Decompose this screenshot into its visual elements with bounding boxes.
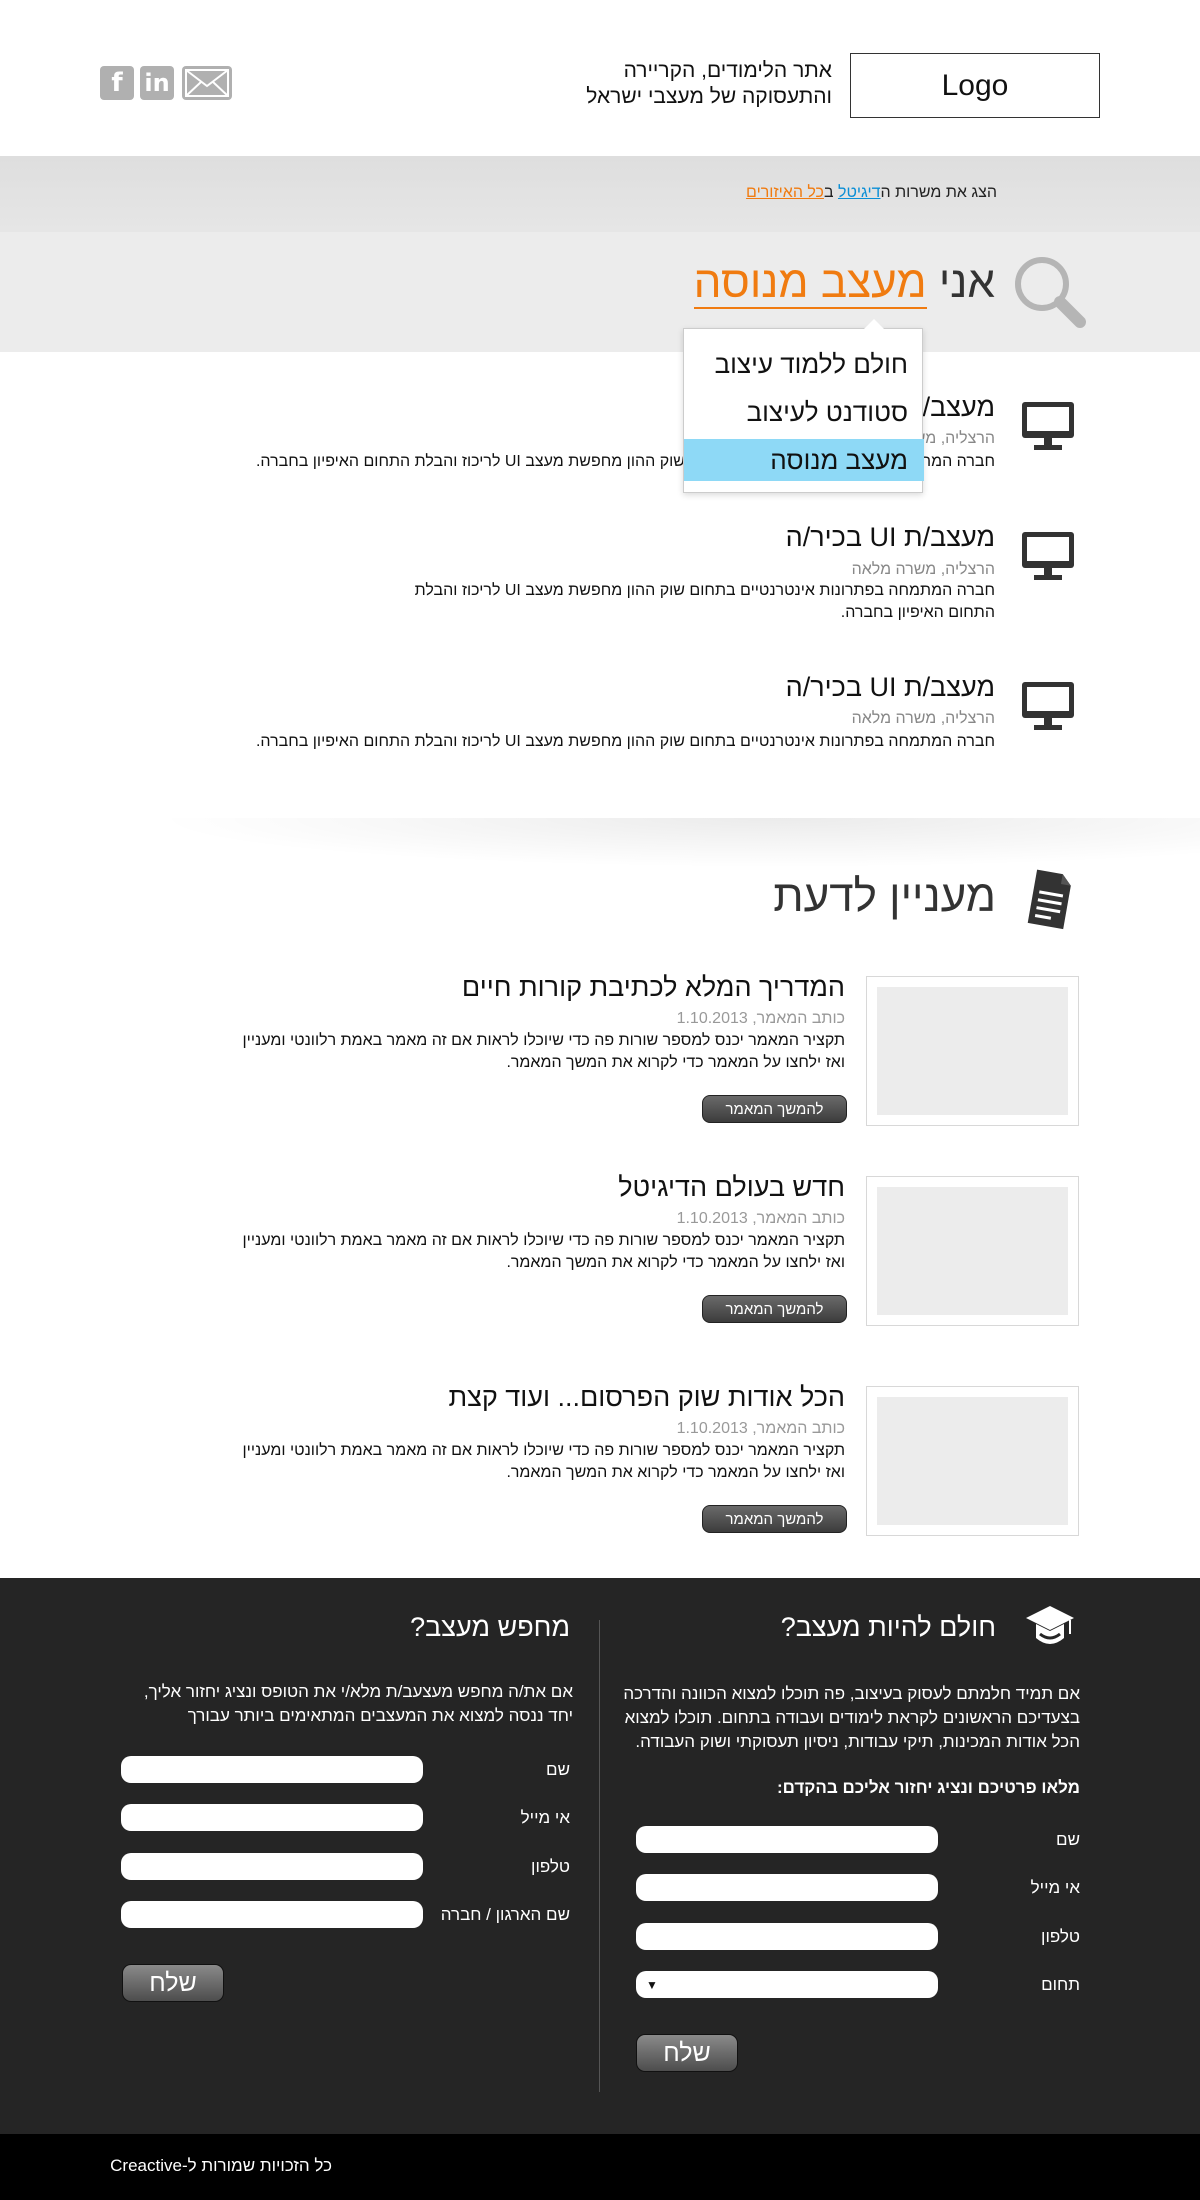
article-thumbnail[interactable] <box>866 976 1079 1126</box>
read-more-button[interactable]: להמשך המאמר <box>702 1295 847 1323</box>
hero-prefix: אני <box>926 258 995 307</box>
phone-label: טלפון <box>531 1857 570 1876</box>
dream-form-text-line: הכל אודות המכינות, תיקי עבודות, ניסיון ת… <box>635 1732 1080 1751</box>
monitor-icon <box>1022 682 1074 730</box>
copyright-text: כל הזכויות שמורות ל-Creactive <box>110 2156 332 2175</box>
field-filter-link[interactable]: דיגיטל <box>838 184 881 201</box>
facebook-icon[interactable]: f <box>100 66 134 100</box>
email-label: אי מייל <box>520 1808 570 1827</box>
job-meta: הרצליה, משרה מלאה <box>851 561 995 578</box>
article-thumbnail[interactable] <box>866 1386 1079 1536</box>
article-summary: תקציר המאמר יכנס למספר שורות פה כדי שיוכ… <box>200 1030 845 1074</box>
mail-icon[interactable] <box>182 66 232 100</box>
article-summary: תקציר המאמר יכנס למספר שורות פה כדי שיוכ… <box>200 1230 845 1274</box>
seek-form-text-line: יחד ננסה למצוא את המעצבים המתאימים ביותר… <box>187 1706 573 1725</box>
dream-phone-input[interactable] <box>636 1923 938 1950</box>
tagline-line: אתר הלימודים, הקריירה <box>623 59 832 82</box>
dream-form-text-line: אם תמיד חלמתם לעסוק בעיצוב, פה תוכלו למצ… <box>623 1684 1080 1703</box>
email-label: אי מייל <box>1030 1878 1080 1897</box>
facebook-icon-glyph: f <box>111 68 123 98</box>
article-summary-line: תקציר המאמר יכנס למספר שורות פה כדי שיוכ… <box>242 1032 845 1049</box>
dream-email-input[interactable] <box>636 1874 938 1901</box>
linkedin-icon[interactable]: in <box>140 66 174 100</box>
seek-phone-input[interactable] <box>121 1853 423 1880</box>
article-summary-line: ואז ילחצו על המאמר כדי לקרוא את המשך המא… <box>506 1254 845 1271</box>
organization-label: שם הארגון / חברה <box>440 1905 570 1924</box>
mail-icon-glyph <box>185 69 229 97</box>
seek-email-input[interactable] <box>121 1804 423 1831</box>
seek-name-input[interactable] <box>121 1756 423 1783</box>
site-tagline: אתר הלימודים, הקריירה והתעסוקה של מעצבי … <box>520 58 832 110</box>
article-summary-line: תקציר המאמר יכנס למספר שורות פה כדי שיוכ… <box>242 1232 845 1249</box>
article-summary-line: ואז ילחצו על המאמר כדי לקרוא את המשך המא… <box>506 1464 845 1481</box>
logo-text: Logo <box>941 68 1009 102</box>
chevron-down-icon: ▼ <box>646 1977 658 1992</box>
job-description: חברה המתמחה בפתרונות אינטרנטיים בתחום שו… <box>255 733 995 750</box>
forms-divider <box>599 1620 600 2092</box>
article-summary: תקציר המאמר יכנס למספר שורות פה כדי שיוכ… <box>200 1440 845 1484</box>
seek-form-title: מחפש מעצב? <box>410 1612 570 1642</box>
article-title[interactable]: חדש בעולם הדיגיטל <box>400 1172 845 1203</box>
filter-sentence: הצג את משרות הדיגיטל בכל האיזורים <box>500 184 997 202</box>
magnifier-icon <box>1015 257 1086 328</box>
phone-label: טלפון <box>1041 1927 1080 1946</box>
section-divider <box>150 818 1200 868</box>
read-more-button[interactable]: להמשך המאמר <box>702 1505 847 1533</box>
job-description: חברה המתמחה בפתרונות אינטרנטיים בתחום שו… <box>414 582 995 621</box>
field-label: תחום <box>1041 1975 1080 1994</box>
role-selector[interactable]: מעצב מנוסה <box>693 258 927 309</box>
seek-form-description: אם את/ה מחפש מעצעב/ת מלא/י את הטופס ונצי… <box>100 1680 573 1728</box>
dropdown-option-selected[interactable]: מעצב מנוסה <box>684 439 924 481</box>
monitor-icon <box>1022 532 1074 580</box>
logo[interactable]: Logo <box>850 53 1100 118</box>
dream-form-description: אם תמיד חלמתם לעסוק בעיצוב, פה תוכלו למצ… <box>620 1682 1080 1754</box>
graduation-cap-icon <box>1026 1606 1074 1644</box>
job-title[interactable]: מעצב/ת UI בכיר/ה <box>600 522 995 553</box>
article-summary-line: תקציר המאמר יכנס למספר שורות פה כדי שיוכ… <box>242 1442 845 1459</box>
dream-form-text-line: בצעדיכם הראשונים לקראת לימודים ועבודה בת… <box>624 1708 1080 1727</box>
document-icon <box>1027 869 1071 930</box>
dropdown-option[interactable]: חולם ללמוד עיצוב <box>684 343 924 385</box>
article-meta: כותב המאמר, 1.10.2013 <box>676 1210 845 1227</box>
job-title[interactable]: מעצב/ת UI בכיר/ה <box>600 672 995 703</box>
filter-prefix: הצג את משרות ה <box>880 184 997 201</box>
section-title: מעניין לדעת <box>773 872 996 921</box>
article-title[interactable]: הכל אודות שוק הפרסום... ועוד קצת <box>400 1382 845 1413</box>
dream-form-cta: מלאו פרטיכם ונציג יחזור אליכם בהקדם: <box>776 1778 1080 1797</box>
field-select[interactable]: ▼ <box>636 1971 938 1998</box>
monitor-icon <box>1022 402 1074 450</box>
article-meta: כותב המאמר, 1.10.2013 <box>676 1420 845 1437</box>
seek-form-text-line: אם את/ה מחפש מעצעב/ת מלא/י את הטופס ונצי… <box>143 1682 573 1701</box>
dream-form-title: חולם להיות מעצב? <box>780 1612 996 1642</box>
job-meta: הרצליה, משרה מלאה <box>851 710 995 727</box>
region-filter-link[interactable]: כל האיזורים <box>746 184 824 201</box>
filter-middle: ב <box>823 184 838 201</box>
hero-title: אני מעצב מנוסה <box>600 258 995 309</box>
dropdown-option[interactable]: סטודנט לעיצוב <box>684 391 924 433</box>
article-title[interactable]: המדריך המלא לכתיבת קורות חיים <box>400 972 845 1003</box>
role-dropdown: חולם ללמוד עיצוב סטודנט לעיצוב מעצב מנוס… <box>683 319 924 493</box>
linkedin-icon-glyph: in <box>144 69 170 97</box>
dream-send-button[interactable]: שלח <box>636 2034 738 2072</box>
article-meta: כותב המאמר, 1.10.2013 <box>676 1010 845 1027</box>
seek-send-button[interactable]: שלח <box>122 1964 224 2002</box>
read-more-button[interactable]: להמשך המאמר <box>702 1095 847 1123</box>
article-summary-line: ואז ילחצו על המאמר כדי לקרוא את המשך המא… <box>506 1054 845 1071</box>
tagline-line: והתעסוקה של מעצבי ישראל <box>586 85 832 108</box>
article-thumbnail[interactable] <box>866 1176 1079 1326</box>
name-label: שם <box>1056 1830 1080 1849</box>
name-label: שם <box>546 1760 570 1779</box>
seek-organization-input[interactable] <box>121 1901 423 1928</box>
dream-name-input[interactable] <box>636 1826 938 1853</box>
